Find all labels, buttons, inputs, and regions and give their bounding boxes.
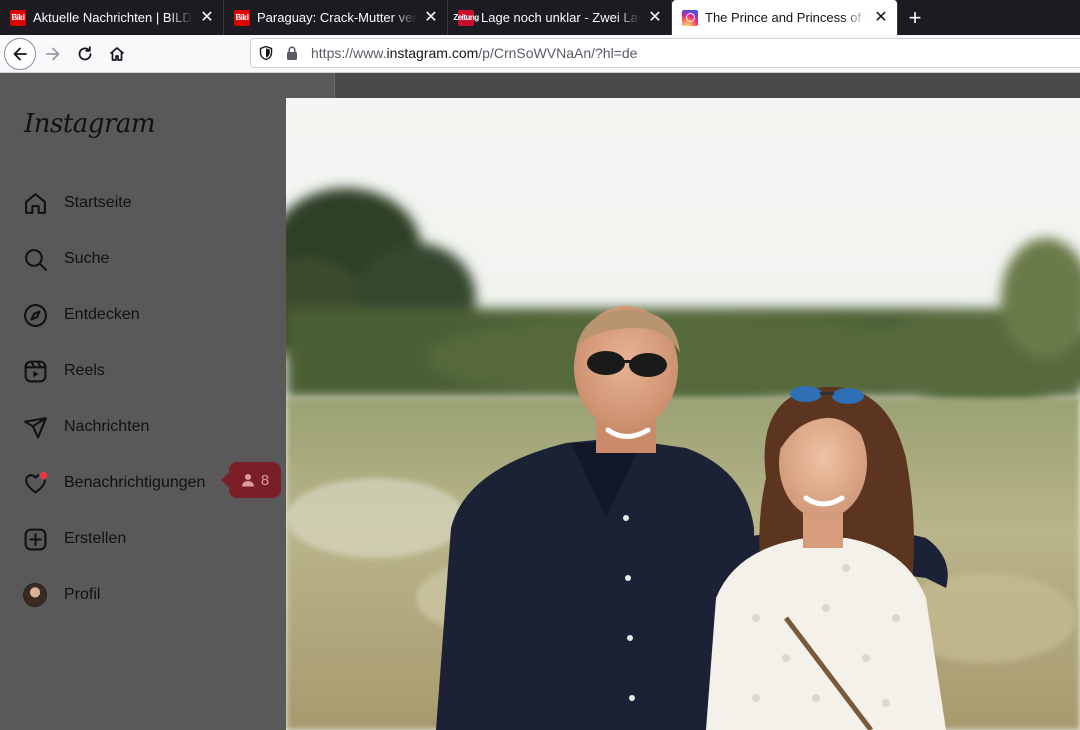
sidebar-item-label: Benachrichtigungen [64, 474, 206, 491]
arrow-right-icon [46, 47, 60, 61]
reels-icon [22, 358, 48, 384]
tab-title: Paraguay: Crack-Mutter verkauft [257, 10, 417, 25]
home-icon [22, 190, 48, 216]
address-bar[interactable]: https://www.instagram.com/p/CrnSoWVNaAn/… [250, 38, 1080, 68]
sidebar-item-label: Profil [64, 586, 101, 603]
tracking-shield-icon[interactable] [255, 42, 277, 64]
notification-dot [39, 471, 48, 480]
sidebar-item-label: Startseite [64, 194, 132, 211]
instagram-logo[interactable]: Instagram [24, 109, 156, 139]
sidebar-item-entdecken[interactable]: Entdecken [12, 291, 312, 339]
new-tab-button[interactable]: + [898, 0, 932, 35]
tab-strip: Bild Aktuelle Nachrichten | BILD.de ✕ Bi… [0, 0, 1080, 35]
url-text: https://www.instagram.com/p/CrnSoWVNaAn/… [311, 45, 638, 61]
close-icon[interactable]: ✕ [647, 9, 663, 26]
tab-lawinen[interactable]: Zeitung Lage noch unklar - Zwei Lawinen … [448, 0, 672, 35]
arrow-left-icon [13, 47, 27, 61]
zeitung-favicon-icon: Zeitung [453, 9, 479, 26]
home-button[interactable] [101, 38, 133, 70]
reload-button[interactable] [69, 38, 101, 70]
tab-title: Aktuelle Nachrichten | BILD.de [33, 10, 193, 25]
instagram-favicon-icon [682, 9, 698, 26]
home-icon [109, 47, 125, 61]
lock-icon[interactable] [281, 42, 303, 64]
person-icon [241, 473, 255, 487]
sidebar-item-suche[interactable]: Suche [12, 235, 312, 283]
send-icon [22, 414, 48, 440]
instagram-page: Instagram Startseite Suche Entdecken Ree… [0, 73, 1080, 730]
sidebar-item-label: Suche [64, 250, 110, 267]
sidebar-item-reels[interactable]: Reels [12, 347, 312, 395]
tab-title: Lage noch unklar - Zwei Lawinen [481, 10, 641, 25]
sidebar-item-profil[interactable]: Profil [12, 571, 312, 619]
sidebar: Instagram Startseite Suche Entdecken Ree… [0, 73, 335, 730]
forward-button[interactable] [37, 38, 69, 70]
photo-illustration [286, 98, 1080, 730]
sidebar-item-erstellen[interactable]: Erstellen [12, 515, 312, 563]
heart-icon [22, 470, 48, 496]
post-photo[interactable] [286, 98, 1080, 730]
avatar [23, 583, 47, 607]
back-button[interactable] [4, 38, 36, 70]
tab-bild-news[interactable]: Bild Aktuelle Nachrichten | BILD.de ✕ [0, 0, 224, 35]
sidebar-item-nachrichten[interactable]: Nachrichten [12, 403, 312, 451]
tab-instagram[interactable]: The Prince and Princess of Wales ✕ [672, 0, 898, 35]
search-icon [22, 246, 48, 272]
close-icon[interactable]: ✕ [873, 9, 889, 26]
bild-favicon-icon: Bild [10, 9, 26, 26]
close-icon[interactable]: ✕ [423, 9, 439, 26]
sidebar-item-label: Nachrichten [64, 418, 150, 435]
notification-tooltip[interactable]: 8 [221, 462, 281, 498]
close-icon[interactable]: ✕ [199, 9, 215, 26]
compass-icon [22, 302, 48, 328]
bild-favicon-icon: Bild [234, 9, 250, 26]
sidebar-item-startseite[interactable]: Startseite [12, 179, 312, 227]
tab-title: The Prince and Princess of Wales [705, 10, 867, 25]
sidebar-item-label: Reels [64, 362, 105, 379]
sidebar-item-label: Entdecken [64, 306, 140, 323]
reload-icon [78, 46, 92, 61]
plus-square-icon [22, 526, 48, 552]
notification-count: 8 [260, 471, 270, 489]
sidebar-item-label: Erstellen [64, 530, 127, 547]
tab-paraguay[interactable]: Bild Paraguay: Crack-Mutter verkauft ✕ [224, 0, 448, 35]
navigation-toolbar: https://www.instagram.com/p/CrnSoWVNaAn/… [0, 35, 1080, 73]
avatar-wrapper [22, 582, 48, 608]
